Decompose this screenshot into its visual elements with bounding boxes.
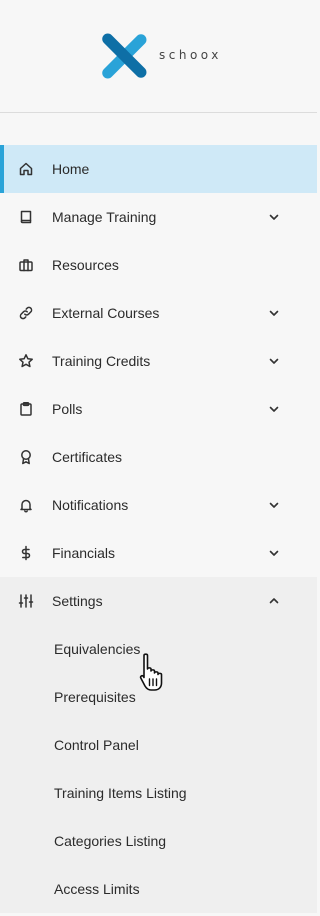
sidebar-item-financials[interactable]: Financials [0,529,317,577]
sidebar-item-certificates[interactable]: Certificates [0,433,317,481]
sidebar-item-polls[interactable]: Polls [0,385,317,433]
submenu-item-training-items-listing[interactable]: Training Items Listing [0,769,317,817]
active-indicator [0,145,4,193]
star-icon [18,353,34,369]
clipboard-icon [18,401,34,417]
chevron-down-icon[interactable] [268,306,280,318]
home-icon [18,161,34,177]
sidebar-item-label: Polls [52,401,83,417]
sidebar-item-label: Home [52,161,90,177]
submenu-item-label: Access Limits [54,881,140,897]
submenu-item-access-limits[interactable]: Access Limits [0,865,317,913]
submenu-item-label: Categories Listing [54,833,167,849]
sidebar-item-label: Settings [52,593,103,609]
sliders-icon [18,593,34,609]
sidebar-item-notifications[interactable]: Notifications [0,481,317,529]
briefcase-icon [18,257,34,273]
hand-pointer-cursor-icon [139,653,163,691]
chevron-down-icon[interactable] [268,210,280,222]
chevron-down-icon[interactable] [268,498,280,510]
submenu-item-label: Equivalencies [54,641,141,657]
sidebar-item-resources[interactable]: Resources [0,241,317,289]
chevron-down-icon[interactable] [268,354,280,366]
submenu-item-label: Control Panel [54,737,139,753]
link-icon [18,305,34,321]
schoox-logo-icon[interactable] [99,31,149,81]
sidebar-item-manage-training[interactable]: Manage Training [0,193,317,241]
brand-name: schoox [159,48,222,62]
submenu-item-control-panel[interactable]: Control Panel [0,721,317,769]
sidebar-item-label: Manage Training [52,209,157,225]
sidebar-item-external-courses[interactable]: External Courses [0,289,317,337]
sidebar-item-label: Resources [52,257,119,273]
submenu-item-categories-listing[interactable]: Categories Listing [0,817,317,865]
dollar-icon [18,545,34,561]
book-icon [18,209,34,225]
sidebar-item-label: Notifications [52,497,129,513]
sidebar-item-settings[interactable]: Settings [0,577,317,625]
submenu-item-label: Prerequisites [54,689,136,705]
sidebar-item-label: Certificates [52,449,123,465]
bell-icon [18,497,34,513]
sidebar-item-label: Training Credits [52,353,151,369]
submenu-item-label: Training Items Listing [54,785,187,801]
logo-area: schoox [0,0,317,113]
sidebar-menu: Home Manage Training Resources External … [0,145,317,913]
sidebar-item-home[interactable]: Home [0,145,317,193]
chevron-up-icon[interactable] [268,594,280,606]
chevron-down-icon[interactable] [268,546,280,558]
chevron-down-icon[interactable] [268,402,280,414]
sidebar-item-training-credits[interactable]: Training Credits [0,337,317,385]
sidebar-item-label: External Courses [52,305,160,321]
sidebar-item-label: Financials [52,545,116,561]
award-icon [18,449,34,465]
